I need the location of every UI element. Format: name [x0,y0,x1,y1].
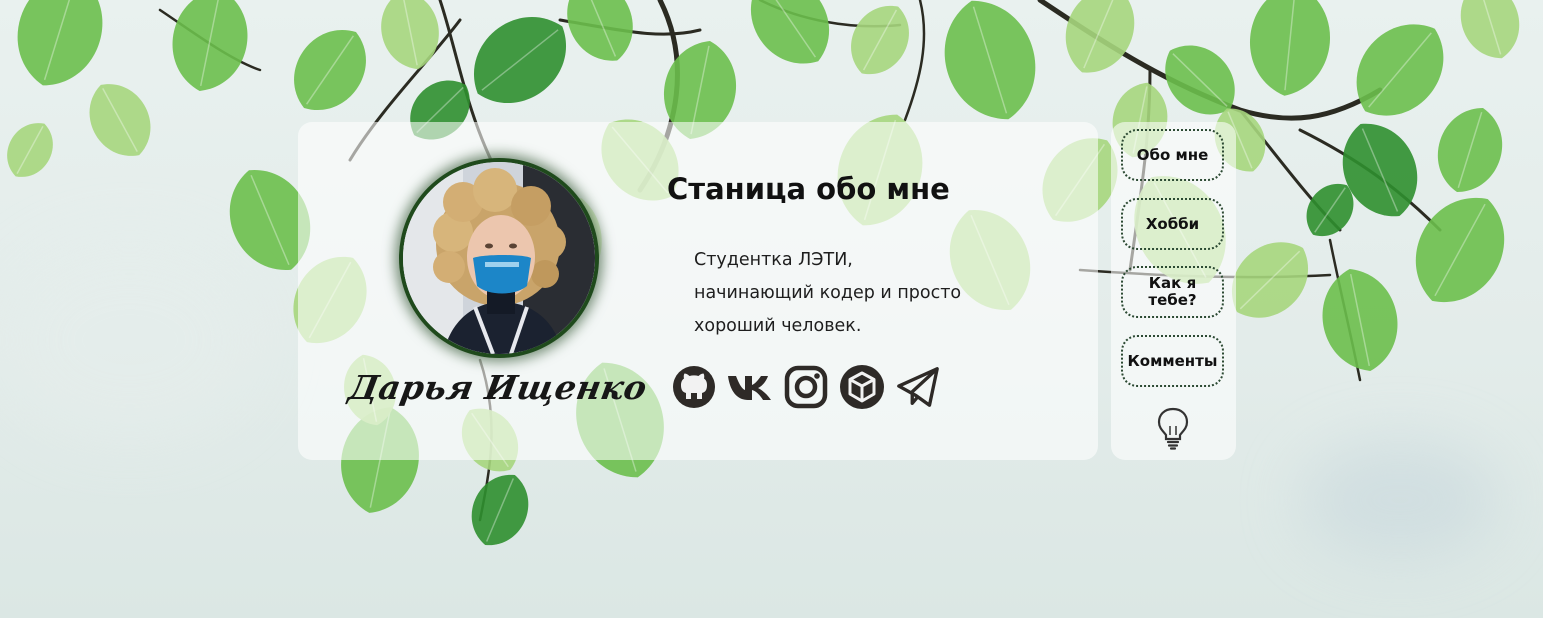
leaf-decoration [17,0,103,86]
cube-icon [840,365,884,409]
leaf-decoration [1065,0,1135,73]
leaf-decoration [7,123,53,177]
profile-photo-icon [403,162,595,354]
leaf-decoration [474,16,566,104]
profile-name: Дарья Ищенко [345,368,651,407]
avatar[interactable] [403,162,595,354]
leaf-decoration [1460,0,1520,59]
nav-about-button[interactable]: Обо мне [1121,129,1224,181]
lightbulb-icon[interactable] [1156,406,1190,450]
nav-rate-button[interactable]: Как я тебе? [1121,266,1224,318]
leaf-decoration [172,0,248,91]
github-icon [673,366,715,408]
avatar-frame [399,158,599,358]
leaf-decoration [944,0,1036,120]
leaf-decoration [851,5,909,75]
vk-icon [728,376,771,400]
codepen-link[interactable] [839,364,885,410]
telegram-link[interactable] [895,364,941,410]
instagram-link[interactable] [783,364,829,410]
social-links [671,364,941,410]
nav-comments-button[interactable]: Комменты [1121,335,1224,387]
leaf-decoration [567,0,633,61]
bio-text: Студентка ЛЭТИ, начинающий кодер и прост… [694,244,1054,343]
bio-line: Студентка ЛЭТИ, [694,250,853,270]
leaf-decoration [381,0,439,70]
page-title: Станица обо мне [667,172,950,206]
leaf-decoration [1250,0,1330,96]
profile-card: Дарья Ищенко Станица обо мне Студентка Л… [298,122,1098,460]
instagram-icon [784,365,828,409]
bio-line: начинающий кодер и просто [694,283,962,303]
leaf-decoration [751,0,829,64]
vk-link[interactable] [727,364,773,410]
bio-line: хороший человек. [694,316,862,336]
telegram-icon [897,367,939,407]
github-link[interactable] [671,364,717,410]
side-navigation: Обо мне Хобби Как я тебе? Комменты [1111,122,1236,460]
nav-hobby-button[interactable]: Хобби [1121,198,1224,250]
